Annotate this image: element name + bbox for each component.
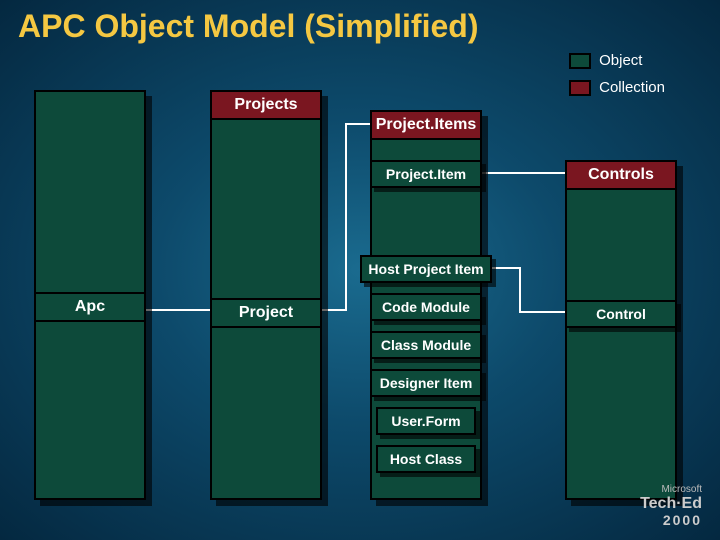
project-label: Project [212,298,320,328]
column-projects: Projects Project [210,90,322,500]
apc-label: Apc [36,292,144,322]
swatch-object [569,53,591,69]
projects-head: Projects [212,92,320,120]
legend-collection-label: Collection [599,79,665,96]
legend-object: Object [569,52,665,69]
branding-event: Tech·Ed [640,495,702,513]
box-code-module: Code Module [370,293,482,321]
legend-collection: Collection [569,79,665,96]
branding-year: 2000 [640,513,702,528]
box-projectitem: Project.Item [370,160,482,188]
legend: Object Collection [569,52,665,106]
branding: Microsoft Tech·Ed 2000 [640,484,702,528]
controls-head: Controls [567,162,675,190]
box-host-project-item: Host Project Item [360,255,492,283]
box-class-module: Class Module [370,331,482,359]
box-designer-item: Designer Item [370,369,482,397]
box-user-form: User.Form [376,407,476,435]
branding-company: Microsoft [640,484,702,495]
projectitems-head: Project.Items [372,112,480,140]
swatch-collection [569,80,591,96]
slide-title: APC Object Model (Simplified) [18,8,478,45]
column-controls: Controls [565,160,677,500]
column-apc: Apc [34,90,146,500]
legend-object-label: Object [599,52,642,69]
box-host-class: Host Class [376,445,476,473]
box-control: Control [565,300,677,328]
